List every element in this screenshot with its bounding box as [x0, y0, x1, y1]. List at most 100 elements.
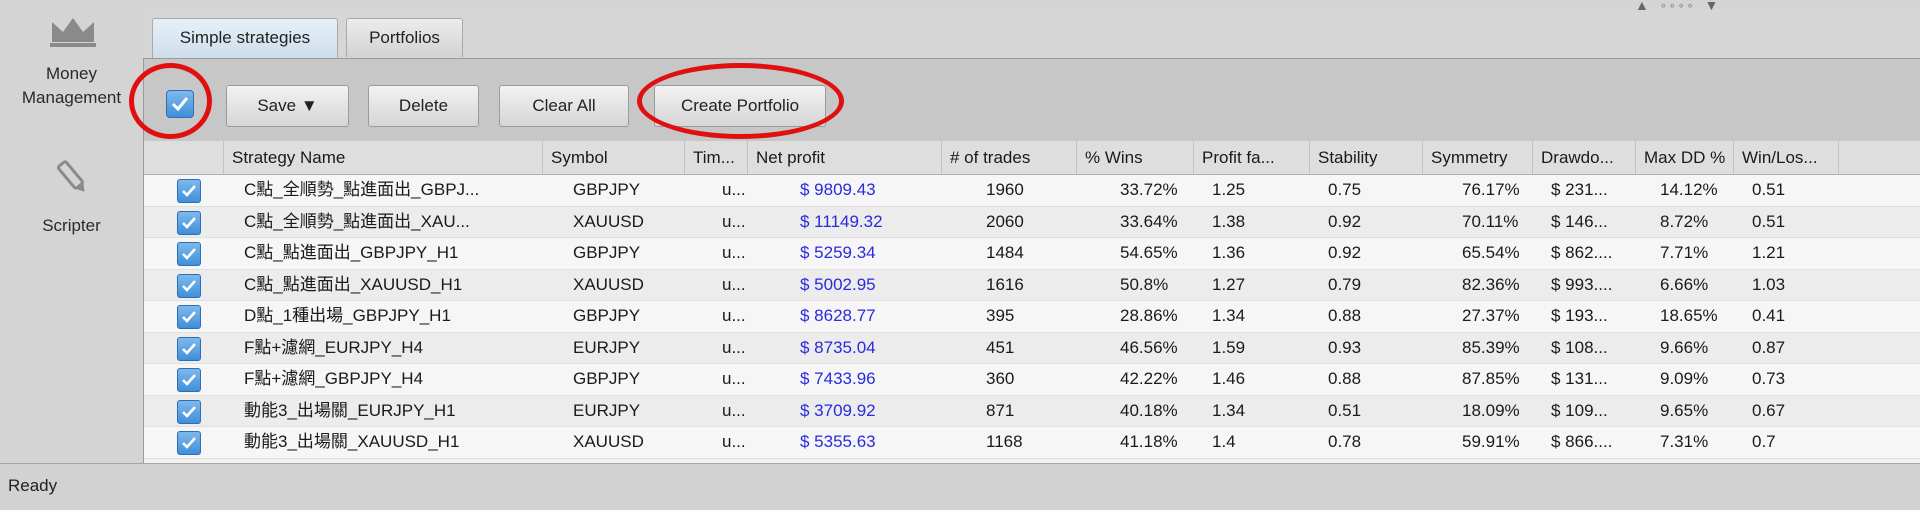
scripter-label: Scripter	[42, 216, 101, 235]
cell-symbol: GBPJPY	[573, 243, 641, 262]
cell-win-loss: 0.51	[1752, 180, 1786, 199]
column-header-check	[144, 141, 224, 174]
column-header-symmetry[interactable]: Symmetry	[1423, 141, 1533, 174]
cell-time: u...	[722, 369, 746, 388]
cell-symmetry: 85.39%	[1462, 337, 1520, 357]
row-checkbox[interactable]	[177, 399, 201, 424]
cell-wins: 33.64%	[1120, 211, 1178, 231]
cell-stability: 0.75	[1328, 180, 1362, 199]
cell-profit-factor: 1.34	[1212, 306, 1246, 325]
top-strip: ▲ ◦◦◦◦ ▼	[143, 0, 1920, 12]
cell-strategy-name: F點+濾網_GBPJPY_H4	[244, 369, 424, 388]
cell-trades: 1168	[986, 432, 1023, 451]
cell-net-profit: $ 3709.92	[800, 400, 876, 420]
cell-symmetry: 27.37%	[1462, 306, 1520, 325]
column-header-extra[interactable]	[1839, 141, 1920, 174]
cell-symbol: GBPJPY	[573, 369, 641, 388]
cell-symbol: GBPJPY	[573, 180, 641, 199]
cell-profit-factor: 1.34	[1212, 400, 1246, 420]
table-row[interactable]: 動能3_出場關_XAUUSD_H1 XAUUSD u... $ 5355.63 …	[144, 427, 1920, 459]
cell-strategy-name: D點_1種出場_GBPJPY_H1	[244, 306, 451, 325]
cell-trades: 395	[986, 306, 1015, 325]
cell-net-profit: $ 9809.43	[800, 180, 876, 199]
table-body: C點_全順勢_點進面出_GBPJ... GBPJPY u... $ 9809.4…	[144, 175, 1920, 459]
table-header: Strategy Name Symbol Tim... Net profit #…	[144, 141, 1920, 175]
cell-drawdown: $ 993....	[1551, 274, 1613, 294]
column-header-strategy-name[interactable]: Strategy Name	[224, 141, 543, 174]
cell-drawdown: $ 231...	[1551, 180, 1608, 199]
column-header-net-profit[interactable]: Net profit	[748, 141, 942, 174]
highlight-oval-create-portfolio	[637, 63, 844, 139]
column-header-stability[interactable]: Stability	[1310, 141, 1423, 174]
cell-wins: 54.65%	[1120, 243, 1178, 262]
row-checkbox[interactable]	[177, 210, 201, 235]
row-checkbox[interactable]	[177, 368, 201, 392]
cell-drawdown: $ 108...	[1551, 337, 1608, 357]
money-management-label-2: Management	[21, 88, 122, 107]
cell-stability: 0.78	[1328, 432, 1362, 451]
cell-symmetry: 87.85%	[1462, 369, 1520, 388]
cell-win-loss: 0.7	[1752, 432, 1776, 451]
table-row[interactable]: C點_點進面出_GBPJPY_H1 GBPJPY u... $ 5259.34 …	[144, 238, 1920, 270]
cell-strategy-name: 動能3_出場關_EURJPY_H1	[244, 400, 456, 420]
cell-trades: 1616	[986, 274, 1024, 294]
cell-stability: 0.92	[1328, 211, 1362, 231]
left-sidebar: Money Management Scripter	[0, 0, 143, 463]
cell-symbol: EURJPY	[573, 337, 641, 357]
row-checkbox[interactable]	[177, 336, 201, 361]
table-row[interactable]: F點+濾網_GBPJPY_H4 GBPJPY u... $ 7433.96 36…	[144, 364, 1920, 396]
money-management-label-1: Money	[45, 64, 98, 83]
tab-portfolios[interactable]: Portfolios	[346, 18, 463, 57]
row-checkbox[interactable]	[177, 242, 201, 266]
checkmark-icon	[182, 311, 196, 323]
cell-profit-factor: 1.27	[1212, 274, 1246, 294]
status-bar: Ready	[0, 463, 1920, 510]
column-header-profit-factor[interactable]: Profit fa...	[1194, 141, 1310, 174]
crown-icon	[50, 18, 96, 47]
cell-wins: 42.22%	[1120, 369, 1178, 388]
table-row[interactable]: F點+濾網_EURJPY_H4 EURJPY u... $ 8735.04 45…	[144, 332, 1920, 364]
cell-symmetry: 18.09%	[1462, 400, 1520, 420]
row-checkbox[interactable]	[177, 179, 201, 203]
cell-drawdown: $ 862....	[1551, 243, 1613, 262]
row-checkbox[interactable]	[177, 273, 201, 298]
clear-all-button[interactable]: Clear All	[499, 85, 629, 127]
column-header-time[interactable]: Tim...	[685, 141, 748, 174]
cell-net-profit: $ 7433.96	[800, 369, 876, 388]
row-checkbox[interactable]	[177, 305, 201, 329]
column-header-max-dd[interactable]: Max DD %	[1636, 141, 1734, 174]
cell-trades: 1960	[986, 180, 1024, 199]
cell-wins: 33.72%	[1120, 180, 1178, 199]
cell-win-loss: 0.73	[1752, 369, 1786, 388]
cell-profit-factor: 1.25	[1212, 180, 1246, 199]
cell-trades: 451	[986, 337, 1015, 357]
row-checkbox[interactable]	[177, 431, 201, 455]
column-header-drawdown[interactable]: Drawdo...	[1533, 141, 1636, 174]
column-header-trades[interactable]: # of trades	[942, 141, 1077, 174]
column-header-wins[interactable]: % Wins	[1077, 141, 1194, 174]
cell-net-profit: $ 5259.34	[800, 243, 876, 262]
table-row[interactable]: C點_全順勢_點進面出_XAU... XAUUSD u... $ 11149.3…	[144, 206, 1920, 238]
column-header-win-loss[interactable]: Win/Los...	[1734, 141, 1839, 174]
table-row[interactable]: C點_全順勢_點進面出_GBPJ... GBPJPY u... $ 9809.4…	[144, 175, 1920, 207]
cell-profit-factor: 1.4	[1212, 432, 1236, 451]
save-button[interactable]: Save ▼	[226, 85, 349, 127]
column-header-symbol[interactable]: Symbol	[543, 141, 685, 174]
cell-time: u...	[722, 337, 746, 357]
cell-stability: 0.79	[1328, 274, 1362, 294]
table-row[interactable]: 動能3_出場關_EURJPY_H1 EURJPY u... $ 3709.92 …	[144, 395, 1920, 427]
cell-symbol: XAUUSD	[573, 432, 644, 451]
navigation-arrows-icon[interactable]: ▲ ◦◦◦◦ ▼	[1635, 0, 1722, 12]
cell-wins: 28.86%	[1120, 306, 1178, 325]
delete-button[interactable]: Delete	[368, 85, 479, 127]
cell-profit-factor: 1.36	[1212, 243, 1246, 262]
checkmark-icon	[182, 405, 196, 418]
table-row[interactable]: D點_1種出場_GBPJPY_H1 GBPJPY u... $ 8628.77 …	[144, 301, 1920, 333]
table-row[interactable]: C點_點進面出_XAUUSD_H1 XAUUSD u... $ 5002.95 …	[144, 269, 1920, 301]
status-text: Ready	[8, 476, 58, 495]
tab-simple-strategies[interactable]: Simple strategies	[152, 18, 338, 59]
cell-strategy-name: C點_點進面出_GBPJPY_H1	[244, 243, 459, 262]
money-management-button[interactable]: Money Management	[0, 0, 143, 130]
cell-trades: 360	[986, 369, 1015, 388]
scripter-button[interactable]: Scripter	[0, 140, 143, 240]
